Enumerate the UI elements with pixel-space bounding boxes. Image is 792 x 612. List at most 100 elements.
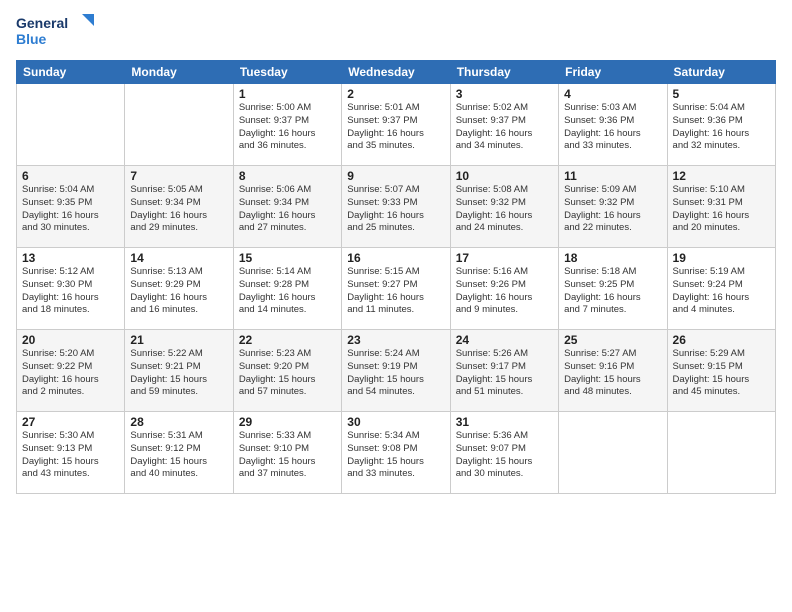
calendar-cell: 28Sunrise: 5:31 AM Sunset: 9:12 PM Dayli… <box>125 412 233 494</box>
day-number: 3 <box>456 87 553 101</box>
calendar-cell: 17Sunrise: 5:16 AM Sunset: 9:26 PM Dayli… <box>450 248 558 330</box>
day-info: Sunrise: 5:29 AM Sunset: 9:15 PM Dayligh… <box>673 348 770 399</box>
day-info: Sunrise: 5:12 AM Sunset: 9:30 PM Dayligh… <box>22 266 119 317</box>
day-number: 6 <box>22 169 119 183</box>
day-number: 20 <box>22 333 119 347</box>
calendar-cell <box>125 84 233 166</box>
day-info: Sunrise: 5:04 AM Sunset: 9:35 PM Dayligh… <box>22 184 119 235</box>
day-number: 28 <box>130 415 227 429</box>
calendar-cell: 3Sunrise: 5:02 AM Sunset: 9:37 PM Daylig… <box>450 84 558 166</box>
calendar-table: SundayMondayTuesdayWednesdayThursdayFrid… <box>16 60 776 494</box>
calendar-cell: 4Sunrise: 5:03 AM Sunset: 9:36 PM Daylig… <box>559 84 667 166</box>
day-info: Sunrise: 5:22 AM Sunset: 9:21 PM Dayligh… <box>130 348 227 399</box>
calendar-cell: 8Sunrise: 5:06 AM Sunset: 9:34 PM Daylig… <box>233 166 341 248</box>
calendar-cell: 30Sunrise: 5:34 AM Sunset: 9:08 PM Dayli… <box>342 412 450 494</box>
day-number: 9 <box>347 169 444 183</box>
calendar-cell: 21Sunrise: 5:22 AM Sunset: 9:21 PM Dayli… <box>125 330 233 412</box>
day-number: 30 <box>347 415 444 429</box>
calendar-cell: 29Sunrise: 5:33 AM Sunset: 9:10 PM Dayli… <box>233 412 341 494</box>
day-info: Sunrise: 5:10 AM Sunset: 9:31 PM Dayligh… <box>673 184 770 235</box>
weekday-header-friday: Friday <box>559 61 667 84</box>
weekday-header-sunday: Sunday <box>17 61 125 84</box>
calendar-cell: 15Sunrise: 5:14 AM Sunset: 9:28 PM Dayli… <box>233 248 341 330</box>
weekday-header-row: SundayMondayTuesdayWednesdayThursdayFrid… <box>17 61 776 84</box>
day-info: Sunrise: 5:01 AM Sunset: 9:37 PM Dayligh… <box>347 102 444 153</box>
day-info: Sunrise: 5:14 AM Sunset: 9:28 PM Dayligh… <box>239 266 336 317</box>
calendar-cell: 19Sunrise: 5:19 AM Sunset: 9:24 PM Dayli… <box>667 248 775 330</box>
day-info: Sunrise: 5:19 AM Sunset: 9:24 PM Dayligh… <box>673 266 770 317</box>
day-info: Sunrise: 5:04 AM Sunset: 9:36 PM Dayligh… <box>673 102 770 153</box>
calendar-cell: 11Sunrise: 5:09 AM Sunset: 9:32 PM Dayli… <box>559 166 667 248</box>
day-number: 29 <box>239 415 336 429</box>
calendar-cell: 13Sunrise: 5:12 AM Sunset: 9:30 PM Dayli… <box>17 248 125 330</box>
day-info: Sunrise: 5:20 AM Sunset: 9:22 PM Dayligh… <box>22 348 119 399</box>
day-number: 19 <box>673 251 770 265</box>
day-number: 7 <box>130 169 227 183</box>
day-number: 8 <box>239 169 336 183</box>
weekday-header-thursday: Thursday <box>450 61 558 84</box>
day-info: Sunrise: 5:06 AM Sunset: 9:34 PM Dayligh… <box>239 184 336 235</box>
day-number: 14 <box>130 251 227 265</box>
day-info: Sunrise: 5:30 AM Sunset: 9:13 PM Dayligh… <box>22 430 119 481</box>
calendar-cell: 9Sunrise: 5:07 AM Sunset: 9:33 PM Daylig… <box>342 166 450 248</box>
calendar-week-4: 20Sunrise: 5:20 AM Sunset: 9:22 PM Dayli… <box>17 330 776 412</box>
calendar-cell: 16Sunrise: 5:15 AM Sunset: 9:27 PM Dayli… <box>342 248 450 330</box>
calendar-cell <box>17 84 125 166</box>
day-info: Sunrise: 5:23 AM Sunset: 9:20 PM Dayligh… <box>239 348 336 399</box>
day-number: 1 <box>239 87 336 101</box>
day-info: Sunrise: 5:13 AM Sunset: 9:29 PM Dayligh… <box>130 266 227 317</box>
day-info: Sunrise: 5:24 AM Sunset: 9:19 PM Dayligh… <box>347 348 444 399</box>
day-number: 5 <box>673 87 770 101</box>
day-info: Sunrise: 5:02 AM Sunset: 9:37 PM Dayligh… <box>456 102 553 153</box>
calendar-week-3: 13Sunrise: 5:12 AM Sunset: 9:30 PM Dayli… <box>17 248 776 330</box>
day-info: Sunrise: 5:36 AM Sunset: 9:07 PM Dayligh… <box>456 430 553 481</box>
calendar-cell: 1Sunrise: 5:00 AM Sunset: 9:37 PM Daylig… <box>233 84 341 166</box>
weekday-header-saturday: Saturday <box>667 61 775 84</box>
day-number: 4 <box>564 87 661 101</box>
svg-text:General: General <box>16 15 68 31</box>
calendar-cell: 7Sunrise: 5:05 AM Sunset: 9:34 PM Daylig… <box>125 166 233 248</box>
weekday-header-monday: Monday <box>125 61 233 84</box>
calendar-cell: 2Sunrise: 5:01 AM Sunset: 9:37 PM Daylig… <box>342 84 450 166</box>
calendar-cell: 5Sunrise: 5:04 AM Sunset: 9:36 PM Daylig… <box>667 84 775 166</box>
calendar-week-2: 6Sunrise: 5:04 AM Sunset: 9:35 PM Daylig… <box>17 166 776 248</box>
day-info: Sunrise: 5:16 AM Sunset: 9:26 PM Dayligh… <box>456 266 553 317</box>
day-info: Sunrise: 5:31 AM Sunset: 9:12 PM Dayligh… <box>130 430 227 481</box>
day-info: Sunrise: 5:08 AM Sunset: 9:32 PM Dayligh… <box>456 184 553 235</box>
day-number: 25 <box>564 333 661 347</box>
logo-svg: General Blue <box>16 12 96 52</box>
calendar-cell: 14Sunrise: 5:13 AM Sunset: 9:29 PM Dayli… <box>125 248 233 330</box>
day-number: 31 <box>456 415 553 429</box>
day-number: 26 <box>673 333 770 347</box>
day-number: 13 <box>22 251 119 265</box>
day-info: Sunrise: 5:34 AM Sunset: 9:08 PM Dayligh… <box>347 430 444 481</box>
day-number: 24 <box>456 333 553 347</box>
calendar-week-1: 1Sunrise: 5:00 AM Sunset: 9:37 PM Daylig… <box>17 84 776 166</box>
calendar-cell: 31Sunrise: 5:36 AM Sunset: 9:07 PM Dayli… <box>450 412 558 494</box>
calendar-cell: 20Sunrise: 5:20 AM Sunset: 9:22 PM Dayli… <box>17 330 125 412</box>
day-number: 12 <box>673 169 770 183</box>
day-number: 18 <box>564 251 661 265</box>
day-number: 23 <box>347 333 444 347</box>
day-info: Sunrise: 5:05 AM Sunset: 9:34 PM Dayligh… <box>130 184 227 235</box>
day-number: 17 <box>456 251 553 265</box>
day-number: 10 <box>456 169 553 183</box>
day-info: Sunrise: 5:18 AM Sunset: 9:25 PM Dayligh… <box>564 266 661 317</box>
page-header: General Blue <box>16 12 776 52</box>
calendar-cell: 6Sunrise: 5:04 AM Sunset: 9:35 PM Daylig… <box>17 166 125 248</box>
calendar-cell <box>559 412 667 494</box>
day-number: 21 <box>130 333 227 347</box>
day-info: Sunrise: 5:15 AM Sunset: 9:27 PM Dayligh… <box>347 266 444 317</box>
weekday-header-wednesday: Wednesday <box>342 61 450 84</box>
svg-text:Blue: Blue <box>16 31 47 47</box>
calendar-cell <box>667 412 775 494</box>
day-info: Sunrise: 5:00 AM Sunset: 9:37 PM Dayligh… <box>239 102 336 153</box>
day-number: 2 <box>347 87 444 101</box>
day-number: 27 <box>22 415 119 429</box>
day-info: Sunrise: 5:26 AM Sunset: 9:17 PM Dayligh… <box>456 348 553 399</box>
calendar-cell: 12Sunrise: 5:10 AM Sunset: 9:31 PM Dayli… <box>667 166 775 248</box>
day-info: Sunrise: 5:09 AM Sunset: 9:32 PM Dayligh… <box>564 184 661 235</box>
calendar-cell: 25Sunrise: 5:27 AM Sunset: 9:16 PM Dayli… <box>559 330 667 412</box>
calendar-cell: 26Sunrise: 5:29 AM Sunset: 9:15 PM Dayli… <box>667 330 775 412</box>
day-number: 22 <box>239 333 336 347</box>
